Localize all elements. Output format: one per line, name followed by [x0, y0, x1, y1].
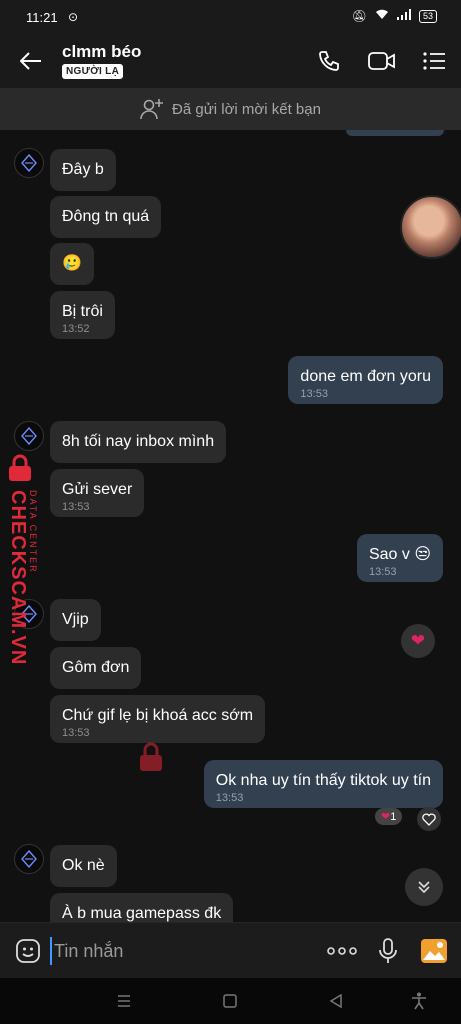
message-text: Chứ gif lẹ bị khoá acc sớm	[62, 707, 254, 724]
message-composer	[0, 922, 461, 978]
avatar-logo-icon	[21, 154, 37, 172]
watermark-sub: DATA CENTER	[28, 490, 38, 574]
message-bubble[interactable]: Gửi sever 13:53	[50, 469, 145, 517]
react-button[interactable]: ❤	[401, 624, 435, 658]
message-bubble[interactable]: Gôm đơn	[50, 647, 142, 689]
phone-icon	[319, 51, 339, 71]
heart-outline-icon	[422, 812, 436, 826]
friend-request-bar: Đã gửi lời mời kết bạn	[0, 88, 461, 130]
message-text: Gôm đơn	[62, 659, 130, 676]
back-arrow-icon	[20, 52, 41, 70]
message-text: Vjip	[62, 611, 89, 628]
lock-logo-icon	[140, 742, 162, 771]
home-square-icon	[223, 994, 237, 1008]
battery-icon: 53	[418, 9, 437, 23]
triangle-back-icon	[329, 994, 342, 1008]
message-time: 13:53	[62, 501, 90, 513]
message-bubble[interactable]: Vjip	[50, 599, 101, 641]
message-bubble[interactable]: À b mua gamepass đk	[50, 893, 234, 922]
watermark-brand: CHECKSCAM.VN	[7, 490, 29, 666]
avatar-logo-icon	[21, 427, 37, 445]
message-time: 13:52	[62, 323, 90, 335]
chat-header: clmm béo NGƯỜI LẠ	[0, 34, 461, 88]
accessibility-icon	[412, 992, 426, 1010]
heart-icon: ❤	[410, 631, 426, 650]
contact-avatar[interactable]	[14, 148, 44, 178]
status-bar: 11:21 ⊙ 🔕︎ 53	[0, 0, 461, 34]
message-text: done em đơn yoru	[300, 368, 431, 385]
heart-icon: ❤	[381, 811, 391, 823]
list-menu-icon	[423, 52, 445, 70]
contact-avatar[interactable]	[14, 844, 44, 874]
status-time: 11:21	[26, 10, 58, 25]
voice-message-button[interactable]	[372, 935, 404, 967]
contact-avatar[interactable]	[14, 421, 44, 451]
recents-button[interactable]	[110, 988, 138, 1014]
add-friend-icon	[140, 99, 164, 120]
back-nav-button[interactable]	[322, 988, 350, 1014]
scroll-to-bottom-button[interactable]	[405, 868, 443, 906]
react-button[interactable]	[417, 807, 441, 831]
chat-options-button[interactable]	[419, 46, 449, 76]
signal-icon	[396, 9, 411, 23]
back-button[interactable]	[16, 46, 46, 76]
contact-photo-avatar[interactable]	[400, 195, 461, 259]
message-bubble[interactable]: done em đơn yoru 13:53	[288, 356, 443, 404]
previous-message-edge	[346, 130, 444, 136]
message-bubble[interactable]: Ok nè	[50, 845, 117, 887]
chat-messages[interactable]: Đây b Đông tn quá 🥲 Bị trôi 13:52 done em…	[0, 130, 461, 922]
message-bubble[interactable]: Sao v 😒 13:53	[356, 534, 443, 582]
photo-button[interactable]	[418, 935, 450, 967]
message-text: Sao v 😒	[368, 546, 431, 563]
lock-logo-icon	[9, 454, 31, 481]
message-time: 13:53	[300, 388, 328, 400]
emoji-icon	[16, 939, 40, 963]
message-text: Ok nha uy tín thấy tiktok uy tín	[215, 772, 431, 789]
home-button[interactable]	[216, 988, 244, 1014]
message-bubble[interactable]: Chứ gif lẹ bị khoá acc sớm 13:53	[50, 695, 266, 743]
message-text: Bị trôi	[62, 303, 103, 320]
more-options-button[interactable]	[326, 935, 358, 967]
menu-lines-icon	[118, 995, 130, 1007]
message-bubble[interactable]: 8h tối nay inbox mình	[50, 421, 227, 463]
message-bubble[interactable]: Ok nha uy tín thấy tiktok uy tín 13:53	[203, 760, 443, 808]
more-dots-icon	[327, 947, 357, 955]
image-gallery-icon	[421, 939, 447, 963]
wifi-icon	[375, 9, 389, 23]
message-bubble[interactable]: Đông tn quá	[50, 196, 162, 238]
message-text: Ok nè	[62, 857, 105, 874]
sticker-button[interactable]	[12, 935, 44, 967]
watermark-center	[138, 742, 164, 777]
message-text: Đông tn quá	[62, 208, 150, 225]
microphone-icon	[379, 938, 397, 963]
reaction-summary[interactable]: ❤1	[375, 808, 403, 825]
message-bubble[interactable]: Bị trôi 13:52	[50, 291, 115, 339]
message-time: 13:53	[215, 792, 244, 804]
message-input[interactable]	[50, 937, 310, 965]
message-text: Gửi sever	[62, 481, 133, 498]
video-call-button[interactable]	[367, 46, 397, 76]
video-camera-icon	[368, 52, 395, 70]
message-time: 13:53	[368, 566, 397, 578]
double-chevron-down-icon	[418, 881, 430, 894]
message-bubble[interactable]: Đây b	[50, 149, 116, 191]
messenger-notification-icon: ⊙	[68, 10, 79, 24]
message-text: 🥲	[62, 255, 82, 272]
message-text: À b mua gamepass đk	[62, 905, 222, 922]
contact-name[interactable]: clmm béo	[62, 42, 141, 62]
stranger-badge: NGƯỜI LẠ	[62, 64, 124, 79]
message-text: Đây b	[62, 161, 104, 178]
mute-icon: 🔕︎	[351, 9, 367, 23]
system-nav-bar	[0, 978, 461, 1024]
message-bubble[interactable]: 🥲	[50, 243, 94, 285]
message-text: 8h tối nay inbox mình	[62, 433, 215, 450]
avatar-logo-icon	[21, 850, 37, 868]
message-time: 13:53	[62, 727, 90, 739]
watermark-vertical: CHECKSCAM.VN DATA CENTER	[2, 454, 40, 665]
accessibility-button[interactable]	[405, 988, 433, 1014]
friend-request-text: Đã gửi lời mời kết bạn	[172, 100, 321, 118]
voice-call-button[interactable]	[314, 46, 344, 76]
reaction-count: 1	[390, 811, 397, 823]
status-icons: 🔕︎ 53	[352, 9, 437, 23]
